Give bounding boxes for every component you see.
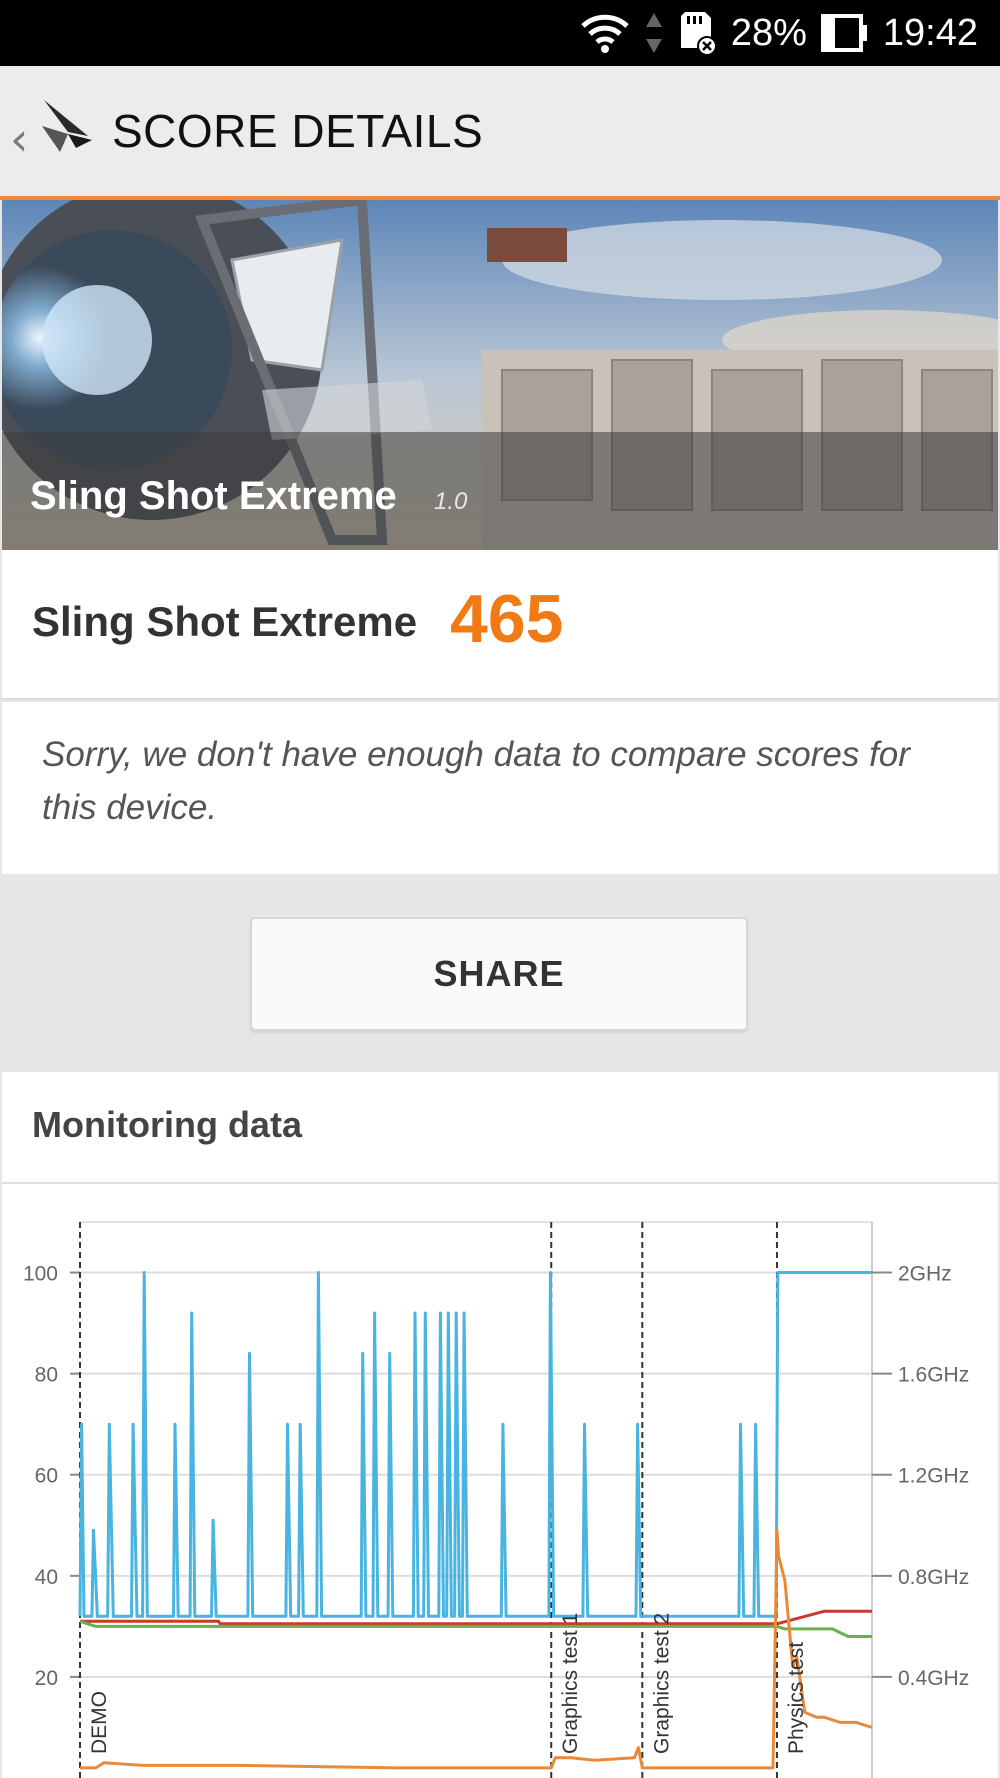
right-axis-tick-label: 0.4GHz (898, 1667, 969, 1690)
right-axis-tick-label: 1.2GHz (898, 1465, 969, 1488)
score-label: Sling Shot Extreme (32, 598, 418, 645)
right-axis-tick-label: 1.6GHz (898, 1364, 969, 1387)
page-title: SCORE DETAILS (112, 105, 484, 157)
monitoring-chart: 100 80 60 40 20 2GHz 1.6GHz 1.2GHz 0.8GHz 0.4GHz D… (23, 1221, 969, 1778)
chart-series-line-0 (78, 1271, 872, 1618)
battery-percent: 28% (730, 11, 807, 54)
monitoring-card: Monitoring data 100 80 60 40 20 2GHz 1.6GHz 1.2… (2, 1072, 998, 1778)
comparison-message-card: Sorry, we don't have enough data to comp… (2, 702, 998, 874)
right-axis-tick-label: 0.8GHz (898, 1566, 969, 1589)
score-value: 465 (450, 581, 564, 657)
score-card: Sling Shot Extreme 465 (2, 550, 998, 700)
banner-caption: Sling Shot Extreme 1.0 (2, 432, 998, 550)
banner-version: 1.0 (434, 488, 468, 515)
chevron-left-icon[interactable]: ‹ (10, 112, 28, 166)
share-button[interactable]: SHARE (250, 917, 748, 1031)
data-arrows-icon (645, 11, 663, 55)
left-axis-tick-label: 100 (23, 1263, 58, 1286)
test-banner-image: Sling Shot Extreme 1.0 (2, 200, 998, 550)
segment-label: DEMO (88, 1691, 111, 1754)
action-bar: ‹ SCORE DETAILS (0, 66, 1000, 200)
wifi-icon (579, 12, 631, 54)
right-axis-tick-label: 2GHz (898, 1263, 952, 1286)
comparison-message: Sorry, we don't have enough data to comp… (42, 735, 910, 827)
status-bar: 28% 19:42 (0, 0, 1000, 66)
3dmark-logo-icon[interactable] (38, 96, 94, 160)
sd-card-icon (677, 10, 717, 56)
segment-label: Graphics test 1 (559, 1613, 582, 1754)
segment-label: Graphics test 2 (650, 1613, 673, 1754)
banner-test-name: Sling Shot Extreme (30, 474, 397, 518)
left-axis-tick-label: 80 (35, 1364, 58, 1387)
left-axis-tick-label: 60 (35, 1465, 58, 1488)
left-axis-tick-label: 40 (35, 1566, 58, 1589)
segment-label: Physics test (785, 1642, 808, 1754)
left-axis-tick-label: 20 (35, 1667, 58, 1690)
clock: 19:42 (882, 11, 978, 54)
battery-icon (820, 13, 869, 53)
